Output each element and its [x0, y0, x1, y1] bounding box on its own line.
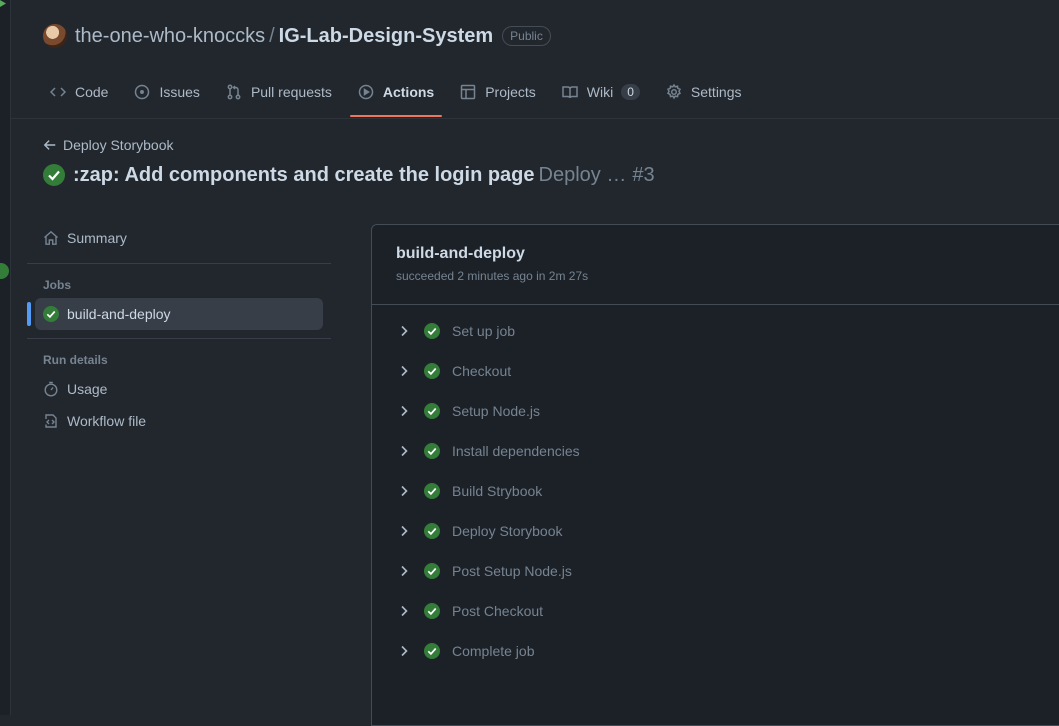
play-icon	[358, 84, 374, 100]
tab-label: Actions	[382, 84, 435, 100]
sidebar-item-label: Usage	[67, 381, 108, 397]
run-number: #3	[632, 163, 655, 186]
repo-nav: Code Issues Pull requests Actions Projec…	[42, 72, 760, 118]
chevron-right-icon	[401, 325, 408, 337]
step-row[interactable]: Set up job	[372, 311, 1059, 351]
run-title: :zap: Add components and create the logi…	[43, 162, 655, 188]
tab-label: Projects	[485, 84, 536, 100]
chevron-right-icon	[401, 485, 408, 497]
repo-name-link[interactable]: IG-Lab-Design-System	[279, 25, 493, 48]
step-row[interactable]: Build Strybook	[372, 471, 1059, 511]
tab-label: Settings	[690, 84, 742, 100]
step-label: Build Strybook	[452, 483, 543, 499]
sidebar-item-usage[interactable]: Usage	[27, 373, 331, 405]
stopwatch-icon	[44, 381, 58, 397]
success-check-icon	[424, 563, 440, 579]
repo-owner-link[interactable]: the-one-who-knoccks	[75, 25, 265, 48]
step-row[interactable]: Complete job	[372, 631, 1059, 671]
file-code-icon	[45, 414, 57, 428]
step-label: Post Checkout	[452, 603, 544, 619]
workflow-name-link[interactable]: Deploy …	[539, 164, 627, 187]
repo-separator: /	[269, 24, 275, 47]
book-icon	[562, 86, 578, 99]
success-check-icon	[424, 443, 440, 459]
table-icon	[460, 84, 476, 100]
tab-wiki[interactable]: Wiki 0	[554, 72, 648, 112]
job-header: build-and-deploy succeeded 2 minutes ago…	[372, 225, 1059, 305]
run-details-heading: Run details	[43, 353, 108, 367]
success-check-icon	[43, 306, 59, 322]
pull-request-icon	[227, 84, 241, 100]
visibility-badge: Public	[502, 26, 551, 46]
chevron-right-icon	[401, 645, 408, 657]
sidebar-item-label: Workflow file	[67, 413, 147, 429]
tab-settings[interactable]: Settings	[658, 72, 750, 112]
step-row[interactable]: Checkout	[372, 351, 1059, 391]
sidebar-divider	[27, 338, 331, 339]
job-steps: Set up job Checkout Setup Node.js Instal…	[372, 305, 1059, 671]
step-row[interactable]: Deploy Storybook	[372, 511, 1059, 551]
step-label: Post Setup Node.js	[452, 563, 572, 579]
chevron-right-icon	[401, 365, 408, 377]
arrow-left-icon	[43, 140, 56, 150]
chevron-right-icon	[401, 525, 408, 537]
success-check-icon	[424, 363, 440, 379]
job-log-panel: build-and-deploy succeeded 2 minutes ago…	[371, 224, 1059, 726]
left-gutter	[0, 0, 11, 715]
step-label: Install dependencies	[452, 443, 580, 459]
sidebar-item-summary[interactable]: Summary	[27, 222, 331, 254]
chevron-right-icon	[401, 405, 408, 417]
job-title: build-and-deploy	[396, 245, 525, 262]
jobs-heading: Jobs	[43, 278, 72, 292]
sidebar-item-workflow-file[interactable]: Workflow file	[27, 405, 331, 437]
step-label: Complete job	[452, 643, 535, 659]
sidebar-job-build-and-deploy[interactable]: build-and-deploy	[27, 298, 323, 330]
sidebar-divider	[27, 263, 331, 264]
sidebar-job-label: build-and-deploy	[67, 306, 171, 322]
tab-label: Wiki	[586, 84, 614, 100]
success-check-icon	[424, 603, 440, 619]
gutter-arrow-icon	[0, 0, 6, 7]
chevron-right-icon	[401, 445, 408, 457]
back-to-workflow-link[interactable]: Deploy Storybook	[43, 137, 174, 153]
job-status-text: succeeded 2 minutes ago in 2m 27s	[396, 269, 589, 283]
success-check-icon	[424, 403, 440, 419]
tab-projects[interactable]: Projects	[452, 72, 544, 112]
step-label: Checkout	[452, 363, 512, 379]
owner-avatar[interactable]	[43, 24, 67, 48]
step-row[interactable]: Post Checkout	[372, 591, 1059, 631]
tab-actions[interactable]: Actions	[349, 72, 443, 117]
back-label: Deploy Storybook	[63, 137, 174, 153]
sidebar-item-label: Summary	[67, 230, 127, 246]
success-check-icon	[424, 323, 440, 339]
step-row[interactable]: Install dependencies	[372, 431, 1059, 471]
issue-icon	[135, 84, 150, 100]
tab-pull-requests[interactable]: Pull requests	[218, 72, 340, 112]
step-row[interactable]: Setup Node.js	[372, 391, 1059, 431]
step-label: Setup Node.js	[452, 403, 540, 419]
chevron-right-icon	[401, 605, 408, 617]
tab-label: Issues	[159, 84, 200, 100]
nav-divider	[10, 118, 1059, 119]
chevron-right-icon	[401, 565, 408, 577]
code-icon	[50, 87, 66, 97]
tab-label: Code	[75, 84, 109, 100]
tab-label: Pull requests	[250, 84, 332, 100]
success-check-icon	[43, 164, 65, 186]
run-name: :zap: Add components and create the logi…	[73, 163, 535, 186]
success-check-icon	[424, 483, 440, 499]
repo-header: the-one-who-knoccks / IG-Lab-Design-Syst…	[43, 23, 551, 49]
step-row[interactable]: Post Setup Node.js	[372, 551, 1059, 591]
run-sidebar: Summary Jobs build-and-deploy Run detail…	[27, 222, 331, 437]
step-label: Deploy Storybook	[452, 523, 563, 539]
tab-code[interactable]: Code	[42, 72, 116, 112]
step-label: Set up job	[452, 323, 516, 339]
success-check-icon	[424, 523, 440, 539]
success-check-icon	[424, 643, 440, 659]
wiki-count-badge: 0	[621, 84, 640, 100]
tab-issues[interactable]: Issues	[126, 72, 207, 112]
home-icon	[44, 230, 58, 245]
gear-icon	[666, 84, 681, 100]
